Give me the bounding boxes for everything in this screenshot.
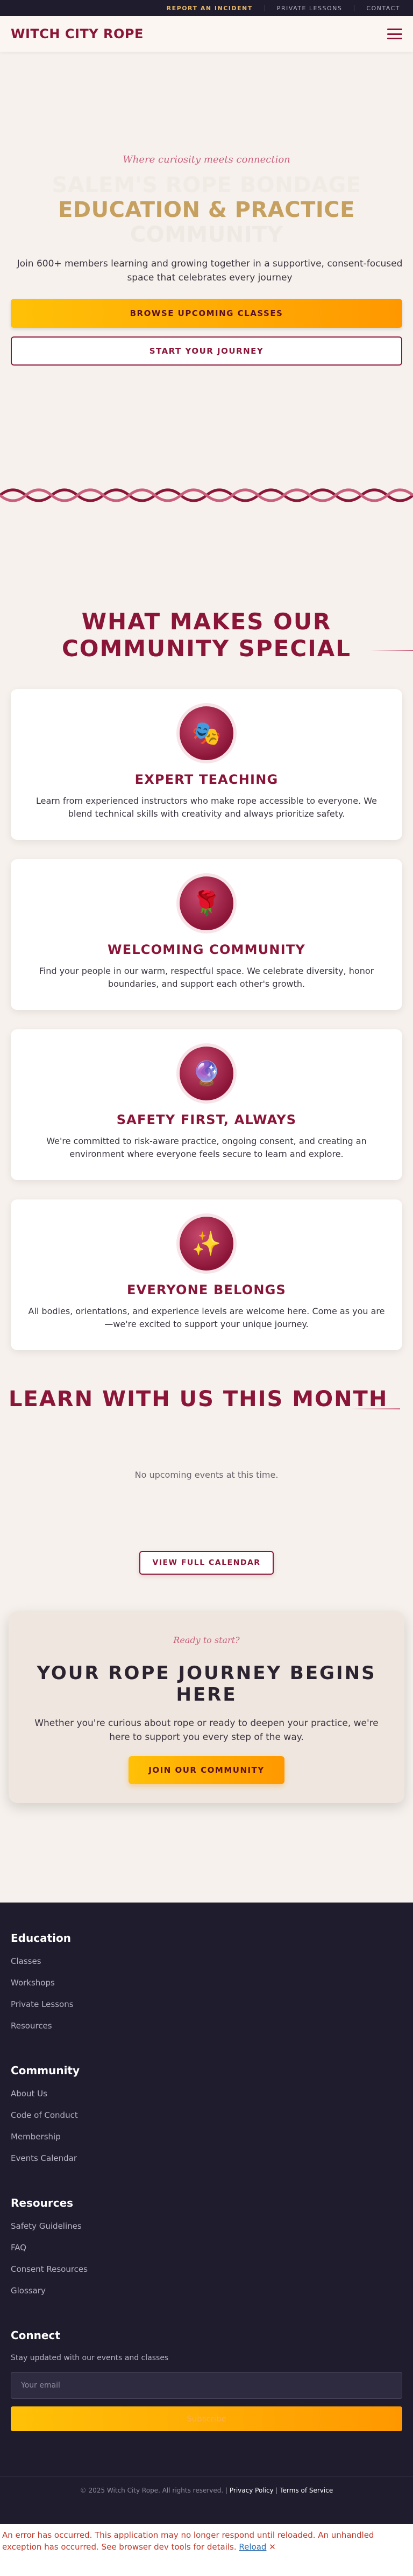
private-lessons-link[interactable]: PRIVATE LESSONS — [277, 5, 343, 12]
features-title-line-1: WHAT MAKES OUR — [81, 608, 332, 635]
footer-heading-resources: Resources — [11, 2196, 74, 2209]
footer-links-resources: Safety Guidelines FAQ Consent Resources … — [11, 2221, 402, 2307]
feature-card-text: All bodies, orientations, and experience… — [28, 1306, 385, 1329]
footer-heading-community: Community — [11, 2064, 80, 2077]
feature-card-text: Learn from experienced instructors who m… — [36, 796, 377, 819]
footer-link[interactable]: Private Lessons — [11, 1999, 402, 2021]
footer-link[interactable]: Consent Resources — [11, 2264, 402, 2286]
copyright-text: © 2025 Witch City Rope. All rights reser… — [80, 2487, 224, 2494]
rose-icon: 🌹 — [180, 876, 233, 930]
contact-link[interactable]: CONTACT — [366, 5, 400, 12]
dismiss-icon[interactable]: ✕ — [269, 2542, 276, 2552]
footer-heading-education: Education — [11, 1932, 71, 1945]
error-banner: An error has occurred. This application … — [0, 2524, 413, 2576]
crystal-ball-icon: 🔮 — [180, 1047, 233, 1100]
footer-link[interactable]: Resources — [11, 2021, 402, 2042]
footer-link[interactable]: Membership — [11, 2132, 402, 2153]
cta-title: YOUR ROPE JOURNEY BEGINS HERE — [37, 1662, 376, 1705]
feature-card-text: Find your people in our warm, respectful… — [39, 966, 374, 989]
cta-section: Ready to start? YOUR ROPE JOURNEY BEGINS… — [9, 1611, 404, 1803]
newsletter-email-input[interactable] — [11, 2372, 402, 2399]
title-accent-line — [370, 650, 413, 651]
footer-link[interactable]: Events Calendar — [11, 2153, 402, 2175]
site-footer: Education Classes Workshops Private Less… — [0, 1903, 413, 2524]
page: REPORT AN INCIDENT PRIVATE LESSONS CONTA… — [0, 0, 413, 2576]
terms-of-service-link[interactable]: Terms of Service — [280, 2487, 333, 2494]
privacy-policy-link[interactable]: Privacy Policy — [230, 2487, 274, 2494]
hamburger-line — [387, 38, 402, 39]
no-events-message: No upcoming events at this time. — [134, 1470, 279, 1480]
hero-section: Where curiosity meets connection SALEM'S… — [0, 52, 413, 502]
feature-card: 🎭 EXPERT TEACHING Learn from experienced… — [11, 689, 402, 840]
start-journey-button[interactable]: START YOUR JOURNEY — [11, 336, 402, 366]
footer-link[interactable]: Classes — [11, 1956, 402, 1978]
features-title: WHAT MAKES OUR COMMUNITY SPECIAL — [11, 608, 413, 678]
footer-link[interactable]: Workshops — [11, 1978, 402, 1999]
footer-link[interactable]: Code of Conduct — [11, 2110, 402, 2132]
footer-bottom: © 2025 Witch City Rope. All rights reser… — [0, 2476, 413, 2494]
feature-card-title: EXPERT TEACHING — [134, 772, 279, 787]
hero-title: SALEM'S ROPE BONDAGE EDUCATION & PRACTIC… — [11, 173, 402, 247]
feature-card-title: SAFETY FIRST, ALWAYS — [116, 1112, 297, 1127]
cta-text: Whether you're curious about rope or rea… — [34, 1718, 379, 1743]
newsletter-text: Stay updated with our events and classes — [11, 2354, 169, 2362]
browse-classes-button[interactable]: BROWSE UPCOMING CLASSES — [11, 299, 402, 328]
title-accent-line — [352, 1408, 400, 1409]
theater-masks-icon: 🎭 — [180, 706, 233, 760]
reload-link[interactable]: Reload — [239, 2542, 266, 2552]
view-calendar-button[interactable]: VIEW FULL CALENDAR — [139, 1551, 274, 1575]
events-title: LEARN WITH US THIS MONTH — [9, 1387, 388, 1412]
site-header: WITCH CITY ROPE — [0, 16, 413, 52]
footer-heading-connect: Connect — [11, 2329, 60, 2342]
cta-kicker: Ready to start? — [173, 1635, 240, 1645]
hamburger-line — [387, 33, 402, 35]
footer-link[interactable]: FAQ — [11, 2243, 402, 2264]
features-title-line-2: COMMUNITY SPECIAL — [61, 635, 352, 662]
footer-divider: | — [225, 2487, 230, 2494]
hero-tagline: Where curiosity meets connection — [123, 154, 290, 165]
footer-links-education: Classes Workshops Private Lessons Resour… — [11, 1956, 402, 2042]
features-section: WHAT MAKES OUR COMMUNITY SPECIAL 🎭 EXPER… — [0, 479, 413, 1350]
sparkles-icon: ✨ — [180, 1217, 233, 1271]
hamburger-menu-icon[interactable] — [387, 29, 402, 39]
feature-card: 🌹 WELCOMING COMMUNITY Find your people i… — [11, 859, 402, 1010]
hero-subtitle: Join 600+ members learning and growing t… — [17, 258, 403, 283]
feature-card: 🔮 SAFETY FIRST, ALWAYS We're committed t… — [11, 1029, 402, 1180]
footer-link[interactable]: Glossary — [11, 2286, 402, 2307]
report-incident-link[interactable]: REPORT AN INCIDENT — [167, 5, 253, 12]
hero-title-line-1: SALEM'S ROPE BONDAGE — [52, 173, 361, 198]
error-message: An error has occurred. This application … — [2, 2530, 374, 2552]
feature-card: ✨ EVERYONE BELONGS All bodies, orientati… — [11, 1199, 402, 1350]
footer-links-community: About Us Code of Conduct Membership Even… — [11, 2089, 402, 2175]
footer-link[interactable]: Safety Guidelines — [11, 2221, 402, 2243]
events-section: LEARN WITH US THIS MONTH No upcoming eve… — [0, 1370, 413, 1575]
footer-link[interactable]: About Us — [11, 2089, 402, 2110]
hamburger-line — [387, 29, 402, 30]
utility-bar: REPORT AN INCIDENT PRIVATE LESSONS CONTA… — [0, 0, 413, 16]
hero-title-line-2: EDUCATION & PRACTICE — [58, 198, 355, 222]
rope-divider — [0, 488, 413, 502]
feature-card-title: EVERYONE BELONGS — [126, 1282, 287, 1297]
feature-card-title: WELCOMING COMMUNITY — [108, 942, 305, 957]
subscribe-button[interactable]: Subscribe — [11, 2406, 402, 2431]
feature-card-text: We're committed to risk-aware practice, … — [46, 1136, 367, 1159]
site-logo[interactable]: WITCH CITY ROPE — [11, 26, 144, 41]
join-community-button[interactable]: JOIN OUR COMMUNITY — [129, 1756, 284, 1784]
hero-title-line-3: COMMUNITY — [130, 222, 283, 247]
